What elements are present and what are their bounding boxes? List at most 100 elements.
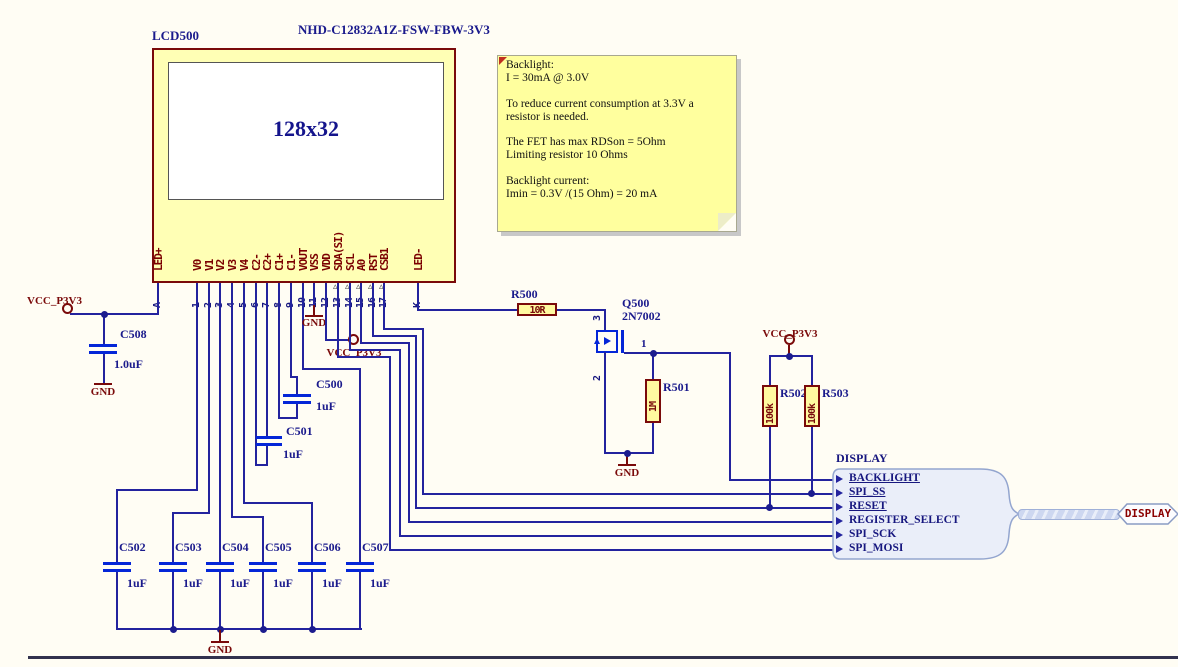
wire-segment[interactable] <box>116 628 362 630</box>
wire-segment[interactable] <box>243 283 245 504</box>
capacitor-plate[interactable] <box>346 562 374 565</box>
r500-value[interactable]: 10R <box>517 305 557 316</box>
wire-segment[interactable] <box>278 417 298 419</box>
wire-segment[interactable] <box>243 502 313 504</box>
capacitor-plate[interactable] <box>89 344 117 347</box>
wire-segment[interactable] <box>311 502 313 562</box>
wire-segment[interactable] <box>266 446 268 466</box>
wire-segment[interactable] <box>296 376 298 394</box>
wire-segment[interactable] <box>290 283 292 378</box>
c503-value[interactable]: 1uF <box>183 576 203 591</box>
capacitor-plate[interactable] <box>256 443 282 446</box>
wire-segment[interactable] <box>422 493 839 495</box>
r500-designator[interactable]: R500 <box>511 287 538 302</box>
c500-designator[interactable]: C500 <box>316 377 343 392</box>
wire-segment[interactable] <box>231 283 233 518</box>
wire-segment[interactable] <box>325 283 327 341</box>
wire-segment[interactable] <box>349 349 401 351</box>
wire-segment[interactable] <box>399 535 839 537</box>
wire-segment[interactable] <box>408 521 839 523</box>
harness-entry-backlight[interactable]: BACKLIGHT <box>849 472 920 484</box>
wire-segment[interactable] <box>157 283 159 315</box>
capacitor-plate[interactable] <box>103 562 131 565</box>
wire-segment[interactable] <box>415 507 839 509</box>
wire-segment[interactable] <box>360 342 410 344</box>
wire-segment[interactable] <box>172 512 210 514</box>
c506-designator[interactable]: C506 <box>314 540 341 555</box>
c507-value[interactable]: 1uF <box>370 576 390 591</box>
wire-segment[interactable] <box>337 356 391 358</box>
wire-segment[interactable] <box>729 352 731 481</box>
wire-segment[interactable] <box>383 283 385 330</box>
wire-segment[interactable] <box>70 313 158 315</box>
capacitor-plate[interactable] <box>283 394 311 397</box>
lcd-part-number[interactable]: NHD-C12832A1Z-FSW-FBW-3V3 <box>298 22 490 38</box>
wire-segment[interactable] <box>313 283 315 307</box>
gnd-label[interactable]: GND <box>609 467 645 479</box>
gnd-label[interactable]: GND <box>85 386 121 398</box>
wire-segment[interactable] <box>262 516 264 562</box>
capacitor-plate[interactable] <box>89 351 117 354</box>
wire-segment[interactable] <box>769 357 771 385</box>
capacitor-plate[interactable] <box>256 436 282 439</box>
wire-segment[interactable] <box>172 572 174 630</box>
wire-segment[interactable] <box>624 352 731 354</box>
wire-segment[interactable] <box>266 283 268 436</box>
wire-segment[interactable] <box>557 309 605 311</box>
c502-designator[interactable]: C502 <box>119 540 146 555</box>
harness-entry-register-select[interactable]: REGISTER_SELECT <box>849 514 960 526</box>
capacitor-plate[interactable] <box>159 562 187 565</box>
harness-entry-spi-mosi[interactable]: SPI_MOSI <box>849 542 903 554</box>
c506-value[interactable]: 1uF <box>322 576 342 591</box>
wire-segment[interactable] <box>422 328 424 495</box>
vcc-label[interactable]: VCC_P3V3 <box>753 328 827 340</box>
wire-segment[interactable] <box>296 404 298 418</box>
wire-segment[interactable] <box>311 572 313 630</box>
wire-segment[interactable] <box>103 354 105 383</box>
wire-segment[interactable] <box>604 309 606 332</box>
lcd-designator[interactable]: LCD500 <box>152 28 199 44</box>
wire-segment[interactable] <box>359 368 361 562</box>
wire-segment[interactable] <box>278 283 280 419</box>
wire-segment[interactable] <box>811 357 813 385</box>
wire-segment[interactable] <box>219 572 221 630</box>
c502-value[interactable]: 1uF <box>127 576 147 591</box>
wire-segment[interactable] <box>604 352 606 453</box>
wire-segment[interactable] <box>389 356 391 551</box>
harness-title[interactable]: DISPLAY <box>836 451 888 466</box>
wire-segment[interactable] <box>196 283 198 491</box>
wire-segment[interactable] <box>262 572 264 630</box>
wire-segment[interactable] <box>417 309 517 311</box>
wire-segment[interactable] <box>389 549 839 551</box>
harness-cable[interactable] <box>1018 509 1120 520</box>
r502-value[interactable]: 100k <box>765 404 776 424</box>
r503-value[interactable]: 100k <box>807 404 818 424</box>
c505-designator[interactable]: C505 <box>265 540 292 555</box>
wire-segment[interactable] <box>383 328 424 330</box>
c508-designator[interactable]: C508 <box>120 327 147 342</box>
wire-segment[interactable] <box>399 349 401 537</box>
harness-entry-reset[interactable]: RESET <box>849 500 887 512</box>
wire-segment[interactable] <box>116 489 198 491</box>
c503-designator[interactable]: C503 <box>175 540 202 555</box>
r502-designator[interactable]: R502 <box>780 386 807 401</box>
c501-value[interactable]: 1uF <box>283 447 303 462</box>
wire-segment[interactable] <box>769 427 771 508</box>
capacitor-plate[interactable] <box>298 562 326 565</box>
harness-entry-spi-sck[interactable]: SPI_SCK <box>849 528 896 540</box>
gnd-label[interactable]: GND <box>202 644 238 656</box>
r503-designator[interactable]: R503 <box>822 386 849 401</box>
capacitor-plate[interactable] <box>206 562 234 565</box>
wire-segment[interactable] <box>811 427 813 494</box>
wire-segment[interactable] <box>729 479 839 481</box>
q500-part[interactable]: 2N7002 <box>622 309 661 324</box>
c500-value[interactable]: 1uF <box>316 399 336 414</box>
wire-segment[interactable] <box>116 489 118 562</box>
c504-designator[interactable]: C504 <box>222 540 249 555</box>
wire-segment[interactable] <box>219 283 221 562</box>
wire-segment[interactable] <box>359 572 361 630</box>
c508-value[interactable]: 1.0uF <box>114 357 143 372</box>
wire-segment[interactable] <box>337 283 339 358</box>
display-port-label[interactable]: DISPLAY <box>1124 507 1172 520</box>
vcc-label[interactable]: VCC_P3V3 <box>27 295 82 307</box>
